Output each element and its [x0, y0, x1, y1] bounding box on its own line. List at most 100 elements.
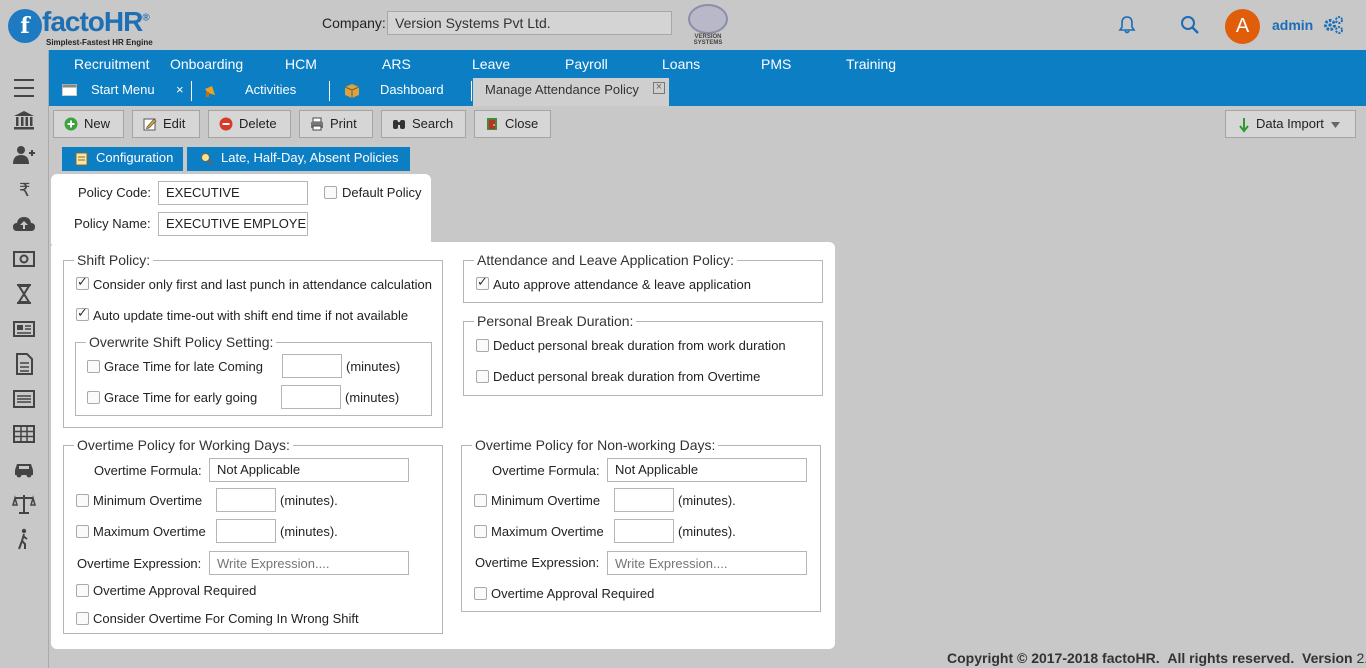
policy-code-label: Policy Code:: [78, 185, 151, 200]
ot-formula-select[interactable]: Not Applicable: [209, 458, 409, 482]
subtab-late-halfday-absent[interactable]: Late, Half-Day, Absent Policies: [187, 147, 410, 171]
version-systems-logo: VERSION SYSTEMS: [686, 4, 730, 48]
policy-name-input[interactable]: EXECUTIVE EMPLOYE: [158, 212, 308, 236]
bank-icon[interactable]: [12, 109, 36, 131]
window-icon: [62, 84, 77, 96]
deduct-overtime-checkbox[interactable]: [476, 370, 489, 383]
first-last-punch-label: Consider only first and last punch in at…: [93, 277, 432, 292]
package-icon: [344, 84, 360, 98]
grace-early-checkbox[interactable]: [87, 391, 100, 404]
deduct-work-checkbox[interactable]: [476, 339, 489, 352]
logo-mark-icon: f: [8, 9, 42, 43]
grace-late-checkbox[interactable]: [87, 360, 100, 373]
grace-early-input[interactable]: [281, 385, 341, 409]
auto-update-timeout-checkbox[interactable]: [76, 305, 89, 321]
notification-bell-icon[interactable]: [1117, 15, 1137, 35]
menu-pms[interactable]: PMS: [761, 56, 791, 72]
cloud-upload-icon[interactable]: [12, 213, 36, 235]
top-header: f factoHR® Simplest-Fastest HR Engine Co…: [0, 0, 1366, 50]
menu-payroll[interactable]: Payroll: [565, 56, 608, 72]
tab-manage-attendance-policy[interactable]: Manage Attendance Policy ×: [473, 78, 669, 106]
rupee-icon[interactable]: ₹: [12, 178, 36, 200]
menu-training[interactable]: Training: [846, 56, 896, 72]
menu-onboarding[interactable]: Onboarding: [170, 56, 243, 72]
tab-start-menu[interactable]: Start Menu ×: [49, 78, 194, 106]
auto-approve-checkbox[interactable]: [476, 274, 489, 290]
cash-icon[interactable]: [12, 248, 36, 270]
policy-code-input[interactable]: EXECUTIVE: [158, 181, 308, 205]
globe-icon: [688, 4, 728, 34]
ot-approval-checkbox[interactable]: [76, 584, 89, 597]
hourglass-icon[interactable]: [12, 283, 36, 305]
company-field[interactable]: Version Systems Pvt Ltd.: [387, 11, 672, 35]
car-icon[interactable]: [12, 458, 36, 480]
subtab-configuration[interactable]: Configuration: [62, 147, 183, 171]
printer-icon: [311, 117, 323, 131]
nw-ot-formula-select[interactable]: Not Applicable: [607, 458, 807, 482]
nw-max-ot-checkbox[interactable]: [474, 525, 487, 538]
min-ot-input[interactable]: [216, 488, 276, 512]
policy-header-panel: Policy Code: EXECUTIVE Default Policy Po…: [51, 174, 431, 242]
max-ot-checkbox[interactable]: [76, 525, 89, 538]
nw-min-ot-checkbox[interactable]: [474, 494, 487, 507]
nw-ot-approval-checkbox[interactable]: [474, 587, 487, 600]
grace-late-input[interactable]: [282, 354, 342, 378]
close-icon[interactable]: ×: [176, 78, 184, 101]
close-tab-icon[interactable]: ×: [653, 82, 665, 94]
wrong-shift-checkbox[interactable]: [76, 612, 89, 625]
menu-ars[interactable]: ARS: [382, 56, 411, 72]
settings-gears-icon[interactable]: [1322, 15, 1344, 35]
grace-early-label: Grace Time for early going: [104, 390, 258, 405]
table-grid-icon[interactable]: [12, 423, 36, 445]
nw-min-ot-input[interactable]: [614, 488, 674, 512]
tab-activities[interactable]: Activities: [194, 78, 330, 106]
nw-ot-formula-label: Overtime Formula:: [492, 463, 600, 478]
menu-loans[interactable]: Loans: [662, 56, 700, 72]
menu-recruitment[interactable]: Recruitment: [74, 56, 149, 72]
ot-expression-input[interactable]: [209, 551, 409, 575]
default-policy-checkbox[interactable]: [324, 186, 337, 199]
left-sidebar: ₹: [0, 50, 49, 668]
user-avatar[interactable]: A: [1225, 9, 1260, 44]
walking-person-icon[interactable]: [12, 528, 36, 550]
delete-button[interactable]: Delete: [208, 110, 291, 138]
main-menu: Recruitment Onboarding HCM ARS Leave Pay…: [49, 50, 1366, 78]
username-link[interactable]: admin: [1272, 17, 1313, 33]
policy-name-label: Policy Name:: [74, 216, 151, 231]
newspaper-icon[interactable]: [12, 318, 36, 340]
grace-late-label: Grace Time for late Coming: [104, 359, 263, 374]
company-label: Company:: [322, 15, 386, 31]
menu-leave[interactable]: Leave: [472, 56, 510, 72]
close-button[interactable]: Close: [474, 110, 551, 138]
logo-tagline: Simplest-Fastest HR Engine: [46, 38, 153, 47]
policy-settings-panel: Shift Policy: Consider only first and la…: [51, 242, 835, 649]
arrow-down-icon: [1239, 118, 1249, 133]
search-icon[interactable]: [1180, 15, 1200, 35]
menu-hcm[interactable]: HCM: [285, 56, 317, 72]
plus-circle-icon: [64, 117, 78, 131]
hamburger-menu-icon[interactable]: [12, 77, 36, 99]
svg-text:₹: ₹: [19, 180, 30, 200]
max-ot-label: Maximum Overtime: [93, 524, 206, 539]
min-ot-checkbox[interactable]: [76, 494, 89, 507]
magnifier-icon: [201, 153, 214, 166]
deduct-work-label: Deduct personal break duration from work…: [493, 338, 786, 353]
factohr-logo[interactable]: f factoHR® Simplest-Fastest HR Engine: [8, 6, 158, 47]
add-user-icon[interactable]: [12, 144, 36, 166]
search-button[interactable]: Search: [381, 110, 466, 138]
nw-ot-expression-input[interactable]: [607, 551, 807, 575]
first-last-punch-checkbox[interactable]: [76, 274, 89, 290]
footer: Copyright © 2017-2018 factoHR. All right…: [947, 650, 1366, 666]
print-button[interactable]: Print: [299, 110, 373, 138]
document-icon[interactable]: [12, 353, 36, 375]
list-icon[interactable]: [12, 388, 36, 410]
nw-max-ot-input[interactable]: [614, 519, 674, 543]
new-button[interactable]: New: [53, 110, 124, 138]
edit-button[interactable]: Edit: [132, 110, 200, 138]
tab-dashboard[interactable]: Dashboard: [330, 78, 472, 106]
auto-update-timeout-label: Auto update time-out with shift end time…: [93, 308, 409, 323]
data-import-dropdown[interactable]: Data Import: [1225, 110, 1356, 138]
ot-formula-label: Overtime Formula:: [94, 463, 202, 478]
balance-scale-icon[interactable]: [12, 493, 36, 515]
max-ot-input[interactable]: [216, 519, 276, 543]
